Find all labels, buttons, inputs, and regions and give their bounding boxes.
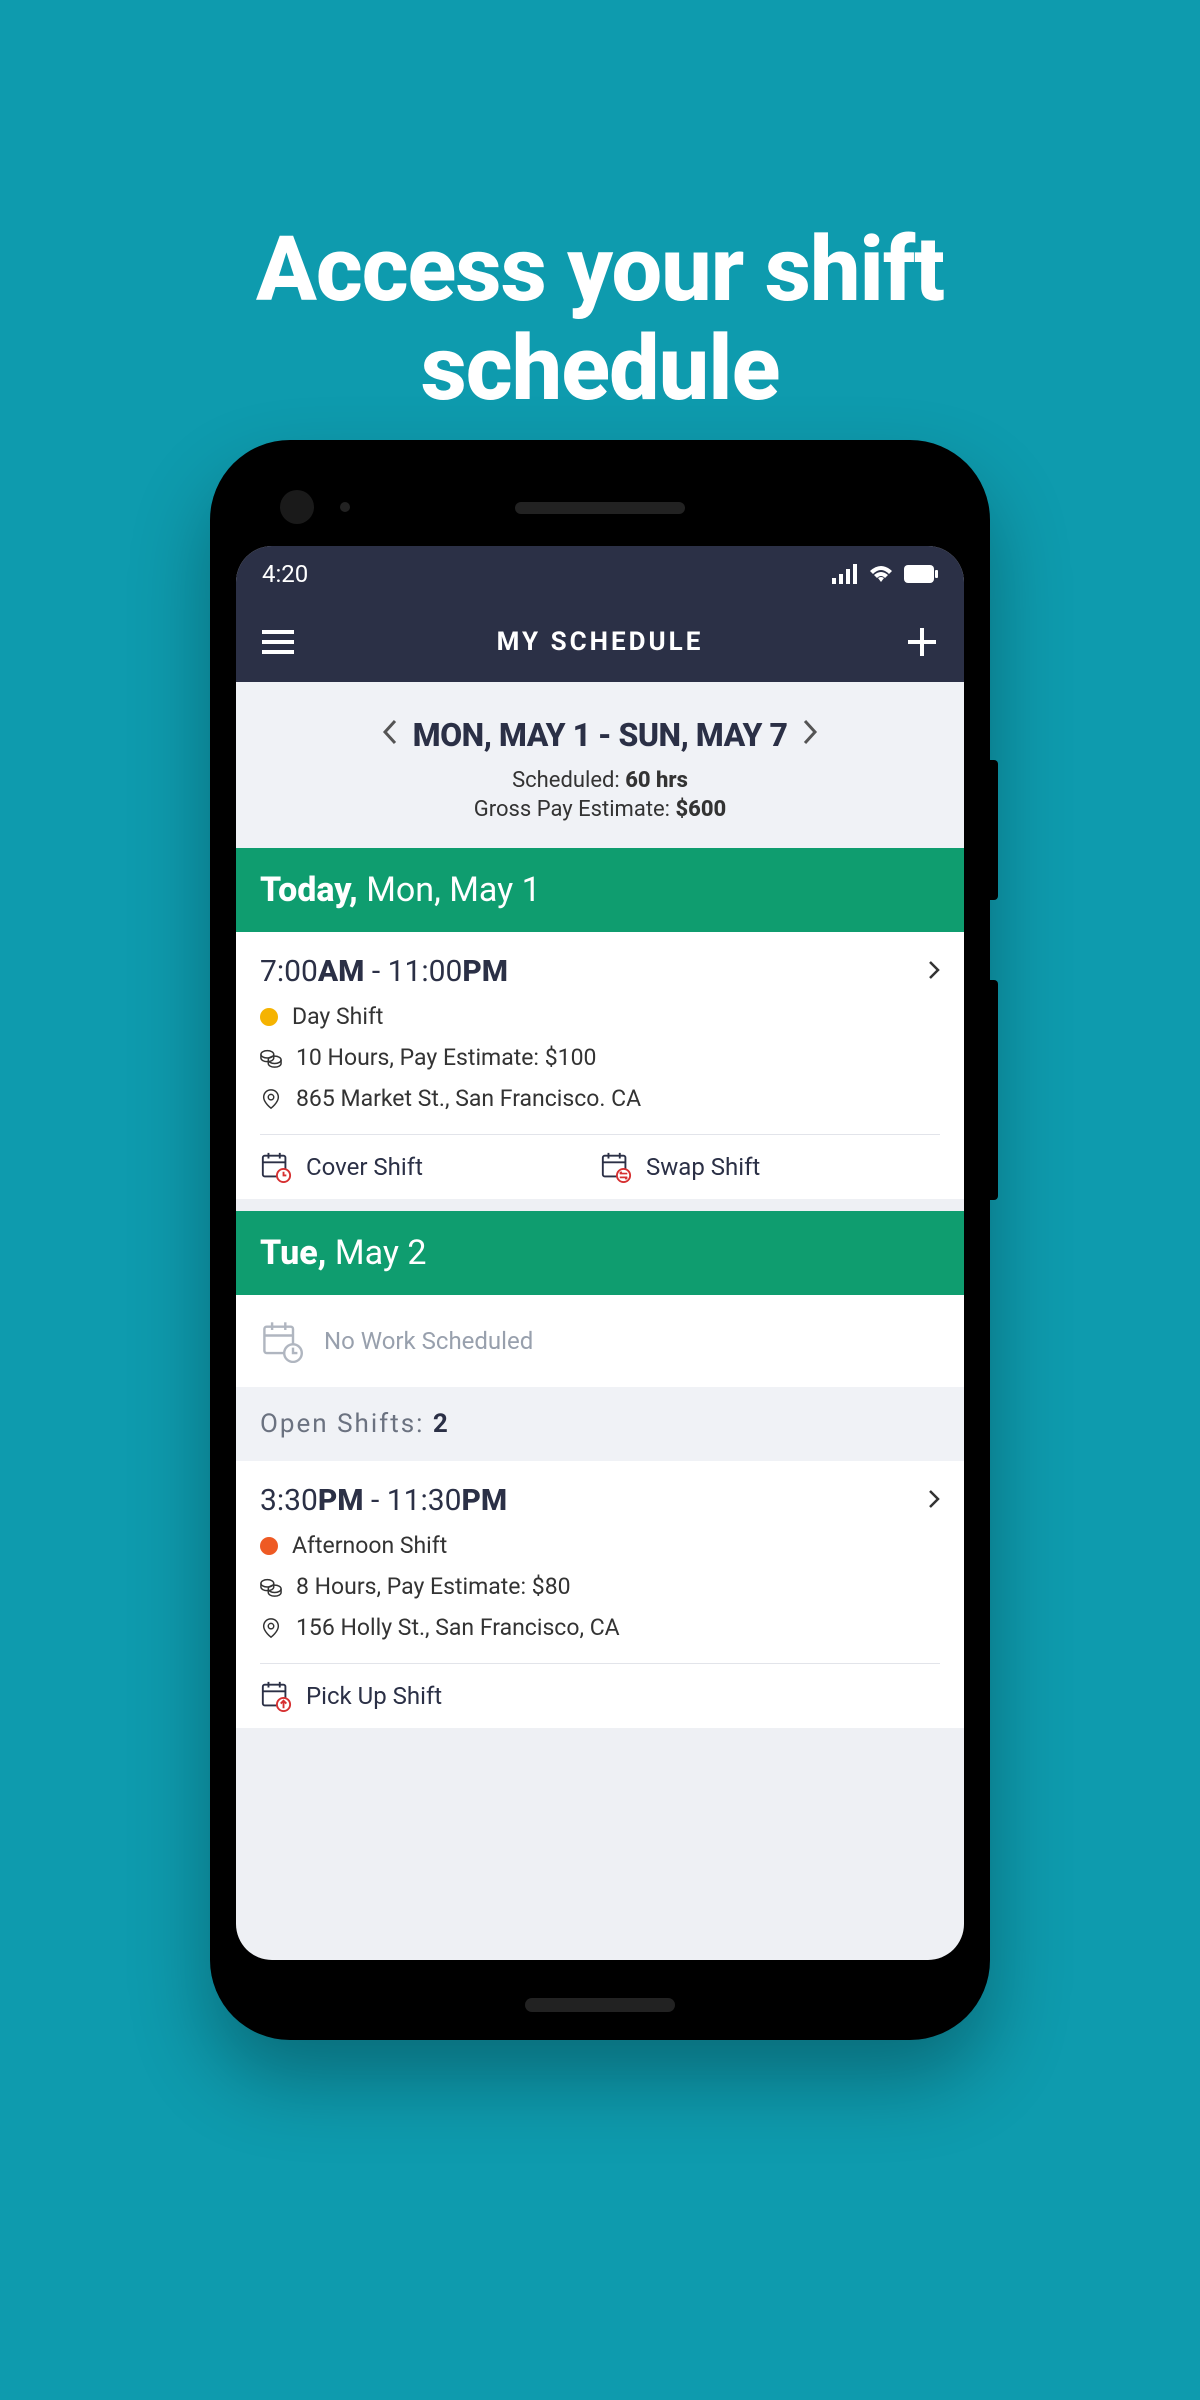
no-work-label: No Work Scheduled	[324, 1327, 533, 1355]
cover-shift-button[interactable]: Cover Shift	[260, 1151, 600, 1183]
shift-location: 865 Market St., San Francisco. CA	[296, 1085, 641, 1112]
menu-button[interactable]	[258, 630, 298, 654]
shift-color-dot	[260, 1537, 278, 1555]
shift-card[interactable]: 7:00AM - 11:00PM Day Shift 10 Hours, Pay…	[236, 932, 964, 1199]
open-shift-card[interactable]: 3:30PM - 11:30PM Afternoon Shift 8 Hours…	[236, 1461, 964, 1728]
week-range: MON, MAY 1 - SUN, MAY 7	[413, 716, 788, 754]
day-header-today: Today, Mon, May 1	[236, 848, 964, 932]
chevron-right-icon	[928, 960, 940, 980]
battery-icon	[904, 565, 938, 583]
open-shift-time: 3:30PM - 11:30PM	[260, 1483, 507, 1518]
location-pin-icon	[260, 1617, 282, 1639]
chevron-right-icon	[803, 719, 819, 745]
add-button[interactable]	[902, 628, 942, 656]
no-work-row: No Work Scheduled	[236, 1295, 964, 1387]
location-pin-icon	[260, 1088, 282, 1110]
status-bar: 4:20	[236, 546, 964, 602]
open-shift-chevron	[928, 1489, 940, 1513]
week-summary: MON, MAY 1 - SUN, MAY 7 Scheduled: 60 hr…	[236, 682, 964, 848]
gross-pay-estimate: Gross Pay Estimate: $600	[252, 797, 948, 822]
page-title: MY SCHEDULE	[298, 627, 902, 657]
plus-icon	[908, 628, 936, 656]
calendar-clock-icon	[260, 1151, 292, 1183]
open-shift-location: 156 Holly St., San Francisco, CA	[296, 1614, 620, 1641]
chevron-right-icon	[928, 1489, 940, 1509]
coins-icon	[260, 1576, 282, 1598]
coins-icon	[260, 1047, 282, 1069]
open-shifts-header: Open Shifts: 2	[236, 1387, 964, 1461]
shift-color-dot	[260, 1008, 278, 1026]
wifi-icon	[868, 564, 894, 584]
calendar-pickup-icon	[260, 1680, 292, 1712]
shift-hours-pay: 10 Hours, Pay Estimate: $100	[296, 1044, 596, 1071]
next-week-button[interactable]	[803, 719, 819, 752]
shift-detail-chevron	[928, 960, 940, 984]
scheduled-hours: Scheduled: 60 hrs	[252, 768, 948, 793]
open-shift-name: Afternoon Shift	[292, 1532, 447, 1559]
chevron-left-icon	[381, 719, 397, 745]
device-frame: 4:20 MY SCHEDULE MON, MAY 1 - S	[210, 440, 990, 2040]
calendar-empty-icon	[260, 1319, 304, 1363]
hamburger-icon	[262, 630, 294, 654]
shift-time: 7:00AM - 11:00PM	[260, 954, 508, 989]
signal-icon	[832, 564, 858, 584]
screen: 4:20 MY SCHEDULE MON, MAY 1 - S	[236, 546, 964, 1960]
day-header-tue: Tue, May 2	[236, 1211, 964, 1295]
pick-up-shift-button[interactable]: Pick Up Shift	[260, 1680, 940, 1712]
navbar: MY SCHEDULE	[236, 602, 964, 682]
status-time: 4:20	[262, 560, 308, 588]
prev-week-button[interactable]	[381, 719, 397, 752]
swap-shift-button[interactable]: Swap Shift	[600, 1151, 940, 1183]
shift-name: Day Shift	[292, 1003, 383, 1030]
promo-headline: Access your shift schedule	[0, 0, 1200, 418]
calendar-swap-icon	[600, 1151, 632, 1183]
open-shift-hours-pay: 8 Hours, Pay Estimate: $80	[296, 1573, 571, 1600]
